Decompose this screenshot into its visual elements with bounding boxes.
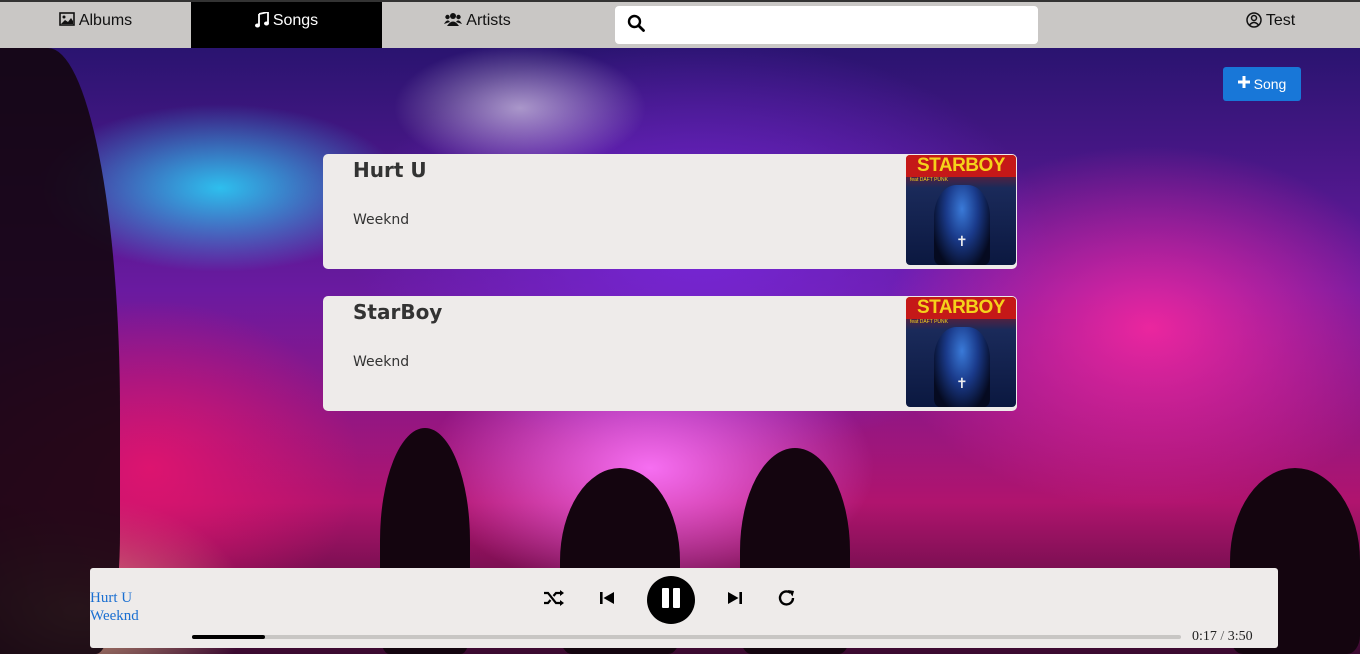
skip-forward-icon xyxy=(727,590,743,611)
cover-logo: STARBOY xyxy=(906,155,1016,177)
now-playing-artist[interactable]: Weeknd xyxy=(90,608,139,625)
cross-icon: ✝ xyxy=(956,233,968,249)
search-input[interactable] xyxy=(653,9,1038,41)
time-separator: / xyxy=(1220,629,1225,644)
music-note-icon xyxy=(254,10,269,31)
image-icon xyxy=(59,12,75,29)
now-playing-title[interactable]: Hurt U xyxy=(90,590,132,607)
progress-bar[interactable] xyxy=(192,635,1181,639)
add-song-button[interactable]: Song xyxy=(1223,67,1301,101)
cover-feat: feat DAFT PUNK xyxy=(910,177,948,183)
time-display: 0:17 / 3:50 xyxy=(1192,629,1253,645)
skip-back-icon xyxy=(599,590,615,611)
pause-button[interactable] xyxy=(647,576,695,624)
repeat-icon xyxy=(778,589,796,612)
cover-figure xyxy=(934,185,990,265)
nav-artists[interactable]: Artists xyxy=(382,2,573,48)
album-cover: STARBOY feat DAFT PUNK ✝ xyxy=(906,297,1016,407)
nav-albums[interactable]: Albums xyxy=(0,2,191,48)
nav-albums-label: Albums xyxy=(78,12,133,29)
crowd-silhouette xyxy=(0,48,120,654)
next-button[interactable] xyxy=(723,588,747,612)
duration: 3:50 xyxy=(1227,629,1253,644)
nav-user-label: Test xyxy=(1265,12,1296,29)
user-circle-icon xyxy=(1246,12,1262,31)
cover-logo: STARBOY xyxy=(906,297,1016,319)
pause-icon xyxy=(660,587,682,614)
search-box xyxy=(615,6,1038,44)
song-card[interactable]: StarBoy Weeknd STARBOY feat DAFT PUNK ✝ xyxy=(323,296,1017,411)
song-artist: Weeknd xyxy=(353,212,410,228)
repeat-button[interactable] xyxy=(775,588,799,612)
cover-figure xyxy=(934,327,990,407)
top-nav: Albums Songs Artists Test xyxy=(0,0,1360,48)
song-title: StarBoy xyxy=(353,300,443,324)
audio-player: Hurt U Weeknd 0:17 / 3:50 xyxy=(90,568,1278,648)
previous-button[interactable] xyxy=(595,588,619,612)
plus-icon xyxy=(1237,75,1250,93)
users-icon xyxy=(444,12,463,29)
song-title: Hurt U xyxy=(353,158,427,182)
nav-songs[interactable]: Songs xyxy=(191,2,382,48)
song-artist: Weeknd xyxy=(353,354,410,370)
shuffle-icon xyxy=(543,589,565,612)
nav-artists-label: Artists xyxy=(466,12,511,29)
cover-feat: feat DAFT PUNK xyxy=(910,319,948,325)
search-icon[interactable] xyxy=(627,14,645,37)
current-time: 0:17 xyxy=(1192,629,1217,644)
shuffle-button[interactable] xyxy=(542,588,566,612)
progress-fill xyxy=(192,635,266,639)
album-cover: STARBOY feat DAFT PUNK ✝ xyxy=(906,155,1016,265)
add-song-label: Song xyxy=(1253,76,1287,92)
cross-icon: ✝ xyxy=(956,375,968,391)
nav-user[interactable]: Test xyxy=(1175,2,1360,48)
nav-songs-label: Songs xyxy=(272,12,319,29)
song-card[interactable]: Hurt U Weeknd STARBOY feat DAFT PUNK ✝ xyxy=(323,154,1017,269)
